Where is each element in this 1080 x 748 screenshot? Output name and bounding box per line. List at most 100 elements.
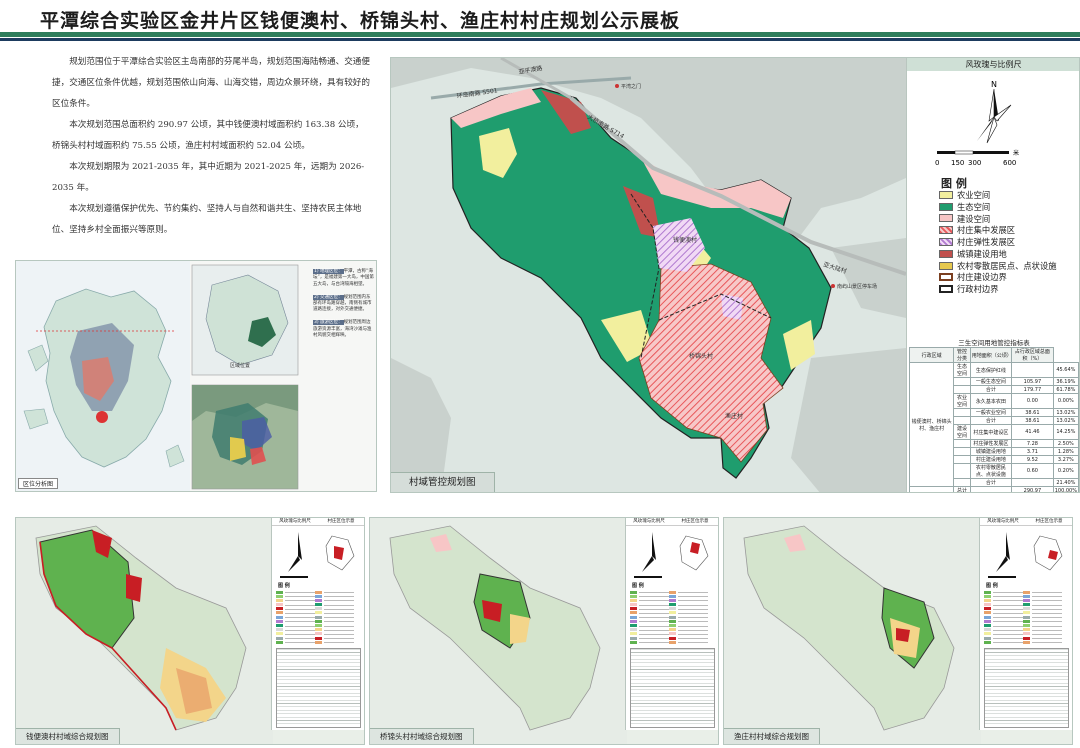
mini-legend-swatch: [315, 594, 322, 598]
mini-legend-swatch: [984, 632, 991, 636]
north-arrow-icon: [280, 532, 355, 578]
mini-legend-label: [993, 608, 1023, 610]
legend-item: 村庄建设边界: [939, 272, 1079, 284]
mini-legend-swatch: [1023, 628, 1030, 632]
mini-legend-swatch: [630, 640, 637, 644]
table-cell-region: 钱便澳村、桥锦头村、渔庄村: [908, 362, 955, 487]
mini-legend-label: [324, 621, 354, 623]
legend-header: 风玫瑰与比例尺: [907, 58, 1079, 71]
mini-legend-swatch: [1023, 590, 1030, 594]
mini-legend-label: [285, 612, 315, 614]
mini-legend-label: [678, 629, 708, 631]
village-label: 渔庄村: [725, 412, 743, 420]
mini-legend-label: [285, 596, 315, 598]
mini-legend-swatch: [630, 611, 637, 615]
mini-legend-swatch: [984, 628, 991, 632]
mini-legend-label: [993, 629, 1023, 631]
mini-legend-row: [984, 640, 1070, 644]
mini-legend-label: [324, 629, 354, 631]
mini-legend-swatch: [984, 598, 991, 602]
village-label: 钱便澳村: [673, 236, 697, 244]
page-header: 平潭综合实验区金井片区钱便澳村、桥锦头村、渔庄村村庄规划公示展板: [0, 0, 1080, 44]
page-title: 平潭综合实验区金井片区钱便澳村、桥锦头村、渔庄村村庄规划公示展板: [40, 10, 681, 32]
mini-legend-rows: [984, 590, 1070, 644]
table-header-cell: 占行政区域总面积（%）: [1011, 347, 1054, 363]
note-tag: 1) 地理区位：: [313, 269, 344, 274]
location-note: 3) 旅游区位：规划范围周边旅游资源丰富，海湾沙滩与渔村风貌交相辉映。: [313, 320, 375, 339]
mini-legend-row: [630, 640, 716, 644]
table-cell: 0.60: [1011, 463, 1054, 479]
mini-legend-swatch: [276, 611, 283, 615]
qiaojintou-plan-panel: 风玫瑰与比例尺 村庄区位示意 图 例 桥锦头村村域综合规划图: [369, 517, 719, 745]
mini-legend-swatch: [1023, 607, 1030, 611]
mini-legend-label: [993, 625, 1023, 627]
mini-legend-swatch: [315, 598, 322, 602]
mini-legend-label: [324, 596, 354, 598]
mini-legend-swatch: [315, 624, 322, 627]
header-divider-navy: [0, 38, 1080, 41]
mini-legend-swatch: [669, 611, 676, 615]
mini-header: 村庄区位示意: [1035, 519, 1063, 524]
qiaojintou-plan-map: [370, 518, 627, 744]
mini-legend-label: [1032, 625, 1062, 627]
mini-legend-label: [324, 612, 354, 614]
mini-legend-label: [324, 608, 354, 610]
intro-text-block: 规划范围位于平潭综合实验区主岛南部的芬尾半岛，规划范围海陆畅通、交通便捷，交通区…: [52, 52, 370, 241]
mini-legend-label: [1032, 604, 1062, 606]
mini-legend-label: [1032, 621, 1062, 623]
mini-legend-swatch: [276, 603, 283, 607]
mini-legend-swatch: [630, 590, 637, 594]
mini-legend-label: [678, 642, 708, 644]
note-tag: 2) 交通区位：: [313, 294, 344, 300]
mini-legend-label: [678, 621, 708, 623]
legend-label: 村庄建设边界: [957, 272, 1007, 283]
mini-header: 风玫瑰与比例尺: [987, 519, 1019, 524]
table-cell: [953, 463, 971, 479]
intro-paragraph: 本次规划遵循保护优先、节约集约、坚持人与自然和谐共生、坚持农民主体地位、坚持乡村…: [52, 204, 362, 235]
legend-swatch: [939, 202, 953, 211]
table-cell: 3.27%: [1052, 455, 1079, 464]
qianbianao-caption: 钱便澳村村域综合规划图: [16, 728, 120, 744]
mini-legend-swatch: [276, 619, 283, 623]
main-map-caption: 村域管控规划图: [391, 472, 495, 492]
mini-legend-swatch: [1023, 603, 1030, 607]
legend-label: 行政村边界: [957, 284, 999, 295]
mini-legend-label: [678, 604, 708, 606]
mini-legend-label: [1032, 596, 1062, 598]
mini-legend-swatch: [630, 628, 637, 632]
mini-legend-label: [639, 592, 669, 593]
table-cell: 7.28: [1011, 439, 1054, 448]
qiaojintou-caption: 桥锦头村村域综合规划图: [370, 728, 474, 744]
legend-swatch: [939, 273, 953, 282]
mini-legend-label: [324, 625, 354, 627]
legend-swatch: [939, 190, 953, 199]
mini-legend-swatch: [630, 619, 637, 623]
mini-legend-label: [639, 604, 669, 606]
village-control-map-panel: 环岛南路 S501 大桥南路 S714 亚平澳路 亚大陆村 钱便澳村 桥锦头村 …: [390, 57, 1080, 493]
mini-legend-swatch: [315, 611, 322, 615]
mini-legend-label: [639, 629, 669, 631]
mini-legend-label: [678, 617, 708, 619]
table-cell: 合计: [969, 478, 1013, 487]
table-cell: [953, 447, 971, 456]
mini-legend-swatch: [1023, 619, 1030, 623]
mini-legend-label: [1032, 629, 1062, 631]
mini-legend-swatch: [630, 594, 637, 598]
table-cell: 0.00%: [1052, 393, 1079, 409]
table-cell: 179.77: [1011, 385, 1054, 394]
table-cell: 生态空间: [953, 362, 971, 378]
legend-item: 农村零散居民点、点状设施: [939, 260, 1079, 272]
mini-legend-label: [1032, 612, 1062, 614]
table-cell: 3.71: [1011, 447, 1054, 456]
legend-swatch: [939, 249, 953, 258]
location-analysis-panel: 区域位置 1) 地理区位：平潭，古称“海坛”，是福建第一大岛，中国第五大岛，与台…: [15, 260, 377, 492]
legend-item: 村庄集中发展区: [939, 224, 1079, 236]
legend-swatch: [939, 261, 953, 270]
mini-legend-swatch: [669, 607, 676, 611]
mini-legend-swatch: [1023, 594, 1030, 598]
mini-legend-rows: [630, 590, 716, 644]
mini-legend-swatch: [315, 619, 322, 623]
mini-legend-swatch: [669, 603, 676, 607]
mini-table: [630, 648, 715, 728]
legend-swatch: [939, 214, 953, 223]
